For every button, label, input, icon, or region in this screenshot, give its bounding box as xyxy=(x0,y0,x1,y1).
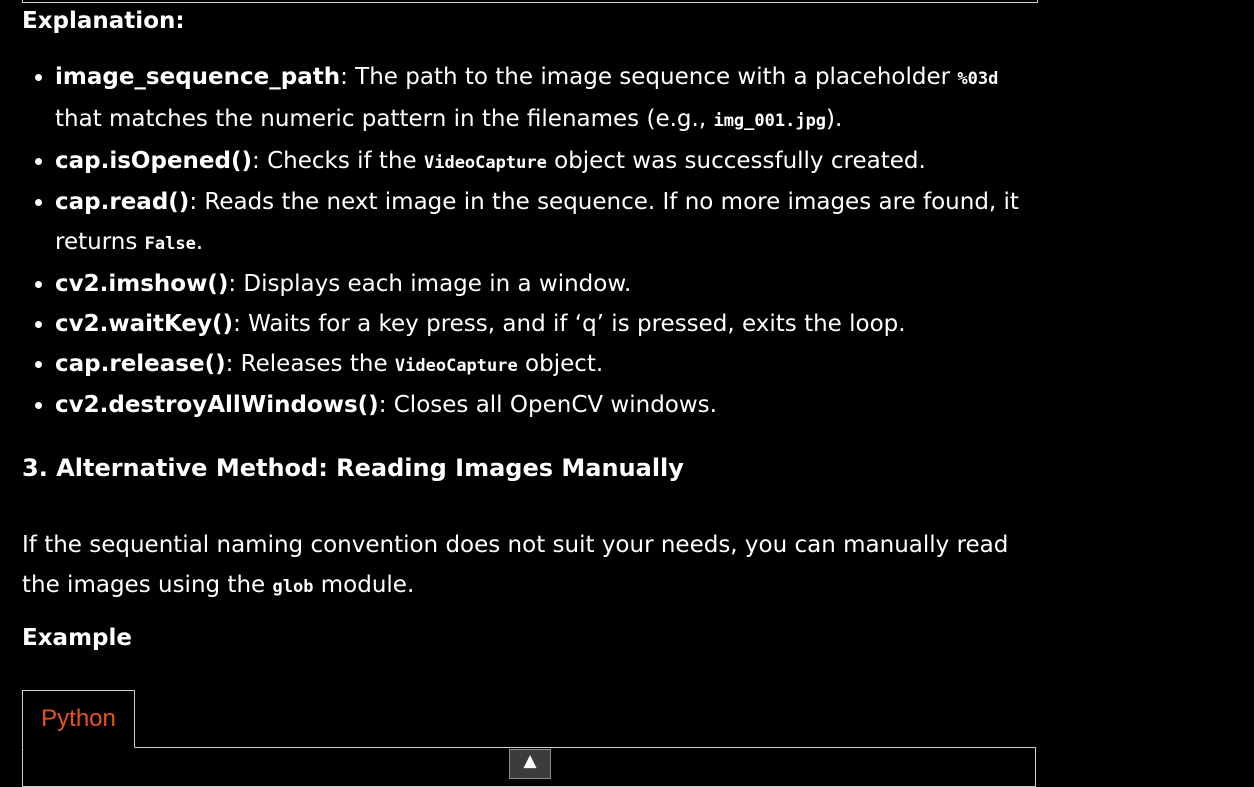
list-item-term: cv2.imshow() xyxy=(55,270,229,297)
inline-code: VideoCapture xyxy=(394,355,518,376)
list-item-term: image_sequence_path xyxy=(55,64,341,90)
list-item-text: . xyxy=(195,229,204,256)
scroll-to-top-button[interactable]: ▲ xyxy=(509,749,551,779)
list-item-term: cap.release() xyxy=(55,350,226,377)
list-item-text: object. xyxy=(517,350,604,377)
list-item-term: cv2.waitKey() xyxy=(55,310,234,337)
explanation-list: image_sequence_path: The path to the ima… xyxy=(22,58,1045,426)
paragraph-text: module. xyxy=(313,571,415,598)
inline-code: img_001.jpg xyxy=(713,110,827,131)
example-heading: Example xyxy=(22,625,132,651)
list-item: cap.read(): Reads the next image in the … xyxy=(55,183,1045,265)
list-item: cv2.destroyAllWindows(): Closes all Open… xyxy=(55,386,1045,426)
inline-code: %03d xyxy=(957,69,999,89)
section-paragraph: If the sequential naming convention does… xyxy=(22,526,1042,608)
list-item-text: : Closes all OpenCV windows. xyxy=(378,392,717,419)
list-item: cap.isOpened(): Checks if the VideoCaptu… xyxy=(55,142,1045,184)
list-item-text: : The path to the image sequence with a … xyxy=(340,64,958,90)
explanation-heading: Explanation: xyxy=(22,8,185,34)
list-item-text: ). xyxy=(826,105,843,132)
list-item-text: that matches the numeric pattern in the … xyxy=(55,105,714,132)
previous-code-block-border xyxy=(22,0,1038,3)
list-item-term: cv2.destroyAllWindows() xyxy=(55,392,379,419)
paragraph-text: If the sequential naming convention does… xyxy=(22,532,1009,598)
inline-code: False xyxy=(144,234,196,255)
arrow-up-icon: ▲ xyxy=(523,751,537,771)
list-item-text: object was successfully created. xyxy=(546,147,926,174)
list-item: image_sequence_path: The path to the ima… xyxy=(55,58,1045,142)
list-item-text: : Displays each image in a window. xyxy=(228,270,632,297)
list-item: cv2.waitKey(): Waits for a key press, an… xyxy=(55,305,1045,345)
list-item-term: cap.read() xyxy=(55,189,190,216)
inline-code: VideoCapture xyxy=(423,152,547,173)
section-heading: 3. Alternative Method: Reading Images Ma… xyxy=(22,454,684,482)
inline-code: glob xyxy=(272,576,314,597)
list-item-text: : Releases the xyxy=(225,350,395,377)
list-item-text: : Checks if the xyxy=(252,147,424,174)
list-item-text: : Waits for a key press, and if ‘q’ is p… xyxy=(233,310,906,337)
list-item: cap.release(): Releases the VideoCapture… xyxy=(55,345,1045,387)
list-item-term: cap.isOpened() xyxy=(55,147,253,174)
list-item: cv2.imshow(): Displays each image in a w… xyxy=(55,265,1045,305)
tab-python[interactable]: Python xyxy=(22,690,135,748)
